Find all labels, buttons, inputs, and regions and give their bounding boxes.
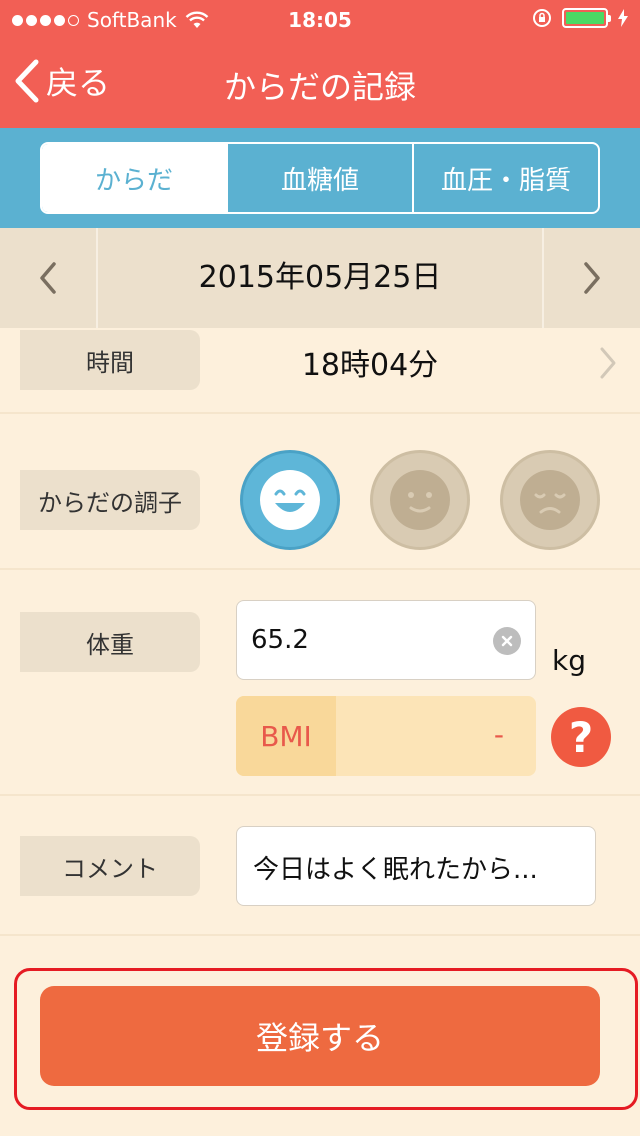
current-date: 2015年05月25日 [198, 260, 442, 295]
tab-karada[interactable]: からだ [42, 144, 226, 212]
weight-label: 体重 [20, 612, 200, 672]
divider [0, 934, 640, 936]
smile-face-icon [260, 470, 320, 530]
chevron-left-icon [40, 262, 56, 294]
condition-good-button[interactable] [240, 450, 340, 550]
tab-blood-pressure-lipids[interactable]: 血圧・脂質 [412, 144, 598, 212]
charging-icon [618, 9, 628, 27]
divider [0, 568, 640, 570]
next-date-button[interactable] [542, 228, 640, 328]
clear-icon[interactable] [493, 627, 521, 655]
sad-face-icon [520, 470, 580, 530]
bmi-label: BMI [236, 696, 336, 776]
weight-unit: kg [552, 644, 586, 677]
nav-bar: 戻る からだの記録 [0, 40, 640, 128]
segmented-control: からだ 血糖値 血圧・脂質 [40, 142, 600, 214]
time-picker-button[interactable] [598, 346, 618, 384]
help-icon[interactable]: ? [551, 707, 611, 767]
bmi-value: - [493, 718, 504, 751]
neutral-face-icon [390, 470, 450, 530]
condition-bad-button[interactable] [500, 450, 600, 550]
time-label: 時間 [20, 330, 200, 390]
comment-label: コメント [20, 836, 200, 896]
category-tabs-bar: からだ 血糖値 血圧・脂質 [0, 128, 640, 228]
time-value[interactable]: 18時04分 [200, 340, 540, 384]
status-bar: SoftBank 18:05 [0, 0, 640, 40]
date-navigator: 2015年05月25日 [0, 228, 640, 328]
battery-icon [562, 8, 611, 28]
rotation-lock-icon [533, 9, 551, 27]
weight-field[interactable]: 65.2 [236, 600, 536, 680]
divider [0, 794, 640, 796]
chevron-right-icon [584, 262, 600, 294]
page-title: からだの記録 [223, 68, 416, 106]
previous-date-button[interactable] [0, 228, 98, 328]
chevron-right-icon [600, 347, 616, 379]
condition-normal-button[interactable] [370, 450, 470, 550]
comment-field[interactable]: 今日はよく眠れたから... [236, 826, 596, 906]
weight-value: 65.2 [251, 625, 309, 655]
register-button[interactable]: 登録する [40, 986, 600, 1086]
tab-blood-sugar[interactable]: 血糖値 [226, 144, 412, 212]
condition-label: からだの調子 [20, 470, 200, 530]
app-header: SoftBank 18:05 戻る からだの記録 [0, 0, 640, 128]
bmi-display: BMI - [236, 696, 536, 776]
divider [0, 412, 640, 414]
